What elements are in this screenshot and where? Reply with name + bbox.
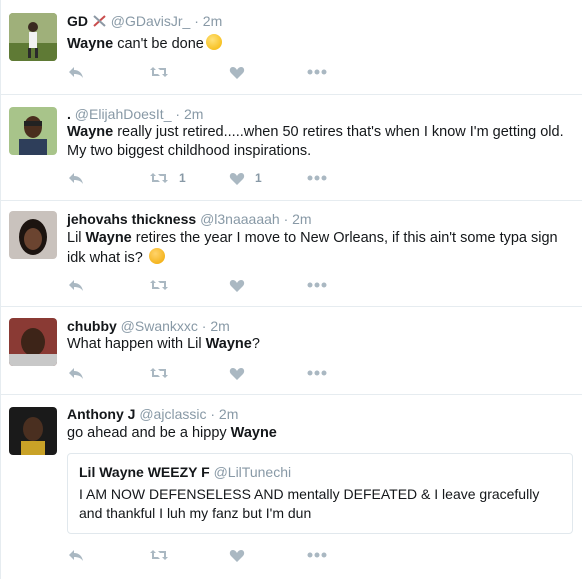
tweet-text-start: go ahead and be a hippy <box>67 425 231 441</box>
tweet-text: Wayne can't be done <box>67 34 572 54</box>
tweet-text-rest: retires the year I move to New Orleans, … <box>67 230 558 266</box>
reply-button[interactable] <box>67 62 85 82</box>
heart-icon <box>229 65 245 80</box>
retweet-icon <box>149 170 169 186</box>
user-handle[interactable]: @GDavisJr_ <box>111 13 191 29</box>
heart-icon <box>229 548 245 563</box>
more-dots-icon <box>307 69 327 75</box>
user-handle[interactable]: @ajclassic <box>139 406 206 422</box>
user-handle[interactable]: @Swankxxc <box>121 318 198 334</box>
keyword-highlight: Wayne <box>67 124 114 140</box>
display-name[interactable]: Anthony J <box>67 406 135 422</box>
timestamp[interactable]: 2m <box>210 318 229 334</box>
keyword-highlight: Wayne <box>67 36 114 52</box>
tweet-text: Wayne really just retired.....when 50 re… <box>67 123 572 161</box>
like-count: 1 <box>255 171 262 185</box>
separator-dot: · <box>201 318 207 334</box>
user-handle[interactable]: @ElijahDoesIt_ <box>75 106 172 122</box>
tweet-item[interactable]: jehovahs thickness @l3naaaaah · 2m Lil W… <box>1 201 582 307</box>
separator-dot: · <box>210 406 216 422</box>
heart-icon <box>229 366 245 381</box>
crossed-swords-icon <box>92 13 111 29</box>
avatar[interactable] <box>9 318 57 366</box>
tweet-item[interactable]: chubby @Swankxxc · 2m What happen with L… <box>1 307 582 395</box>
timestamp[interactable]: 2m <box>203 13 222 29</box>
tweet-text: What happen with Lil Wayne? <box>67 335 572 354</box>
avatar[interactable] <box>9 107 57 155</box>
retweet-button[interactable] <box>149 545 179 565</box>
display-name[interactable]: . <box>67 106 71 122</box>
retweet-button[interactable] <box>149 363 179 383</box>
reply-button[interactable] <box>67 275 85 295</box>
tweet-text-rest: really just retired.....when 50 retires … <box>67 124 564 159</box>
more-dots-icon <box>307 370 327 376</box>
tweet-item[interactable]: . @ElijahDoesIt_ · 2m Wayne really just … <box>1 95 582 201</box>
keyword-highlight: Wayne <box>230 425 277 441</box>
like-button[interactable] <box>229 363 255 383</box>
quoted-display-name[interactable]: Lil Wayne WEEZY F <box>79 464 210 480</box>
more-button[interactable] <box>307 363 327 383</box>
retweet-icon <box>149 547 169 563</box>
display-name[interactable]: jehovahs thickness <box>67 211 196 227</box>
more-button[interactable] <box>307 275 327 295</box>
reply-icon <box>67 547 85 563</box>
retweet-icon <box>149 64 169 80</box>
separator-dot: · <box>283 211 289 227</box>
tweet-item[interactable]: GD @GDavisJr_ · 2m Wayne can't be done <box>1 0 582 95</box>
retweet-button[interactable]: 1 <box>149 168 186 188</box>
reply-button[interactable] <box>67 168 85 188</box>
more-button[interactable] <box>307 62 327 82</box>
tweet-text-rest: can't be done <box>113 36 204 52</box>
like-button[interactable] <box>229 62 255 82</box>
separator-dot: · <box>175 106 181 122</box>
tweet-feed: GD @GDavisJr_ · 2m Wayne can't be done .… <box>0 0 582 579</box>
reply-icon <box>67 277 85 293</box>
reply-button[interactable] <box>67 545 85 565</box>
display-name[interactable]: GD <box>67 13 88 29</box>
reply-icon <box>67 365 85 381</box>
heart-icon <box>229 278 245 293</box>
tweet-text: Lil Wayne retires the year I move to New… <box>67 229 572 268</box>
more-dots-icon <box>307 552 327 558</box>
tweet-text-rest: ? <box>251 336 260 352</box>
avatar[interactable] <box>9 211 57 259</box>
retweet-icon <box>149 277 169 293</box>
avatar[interactable] <box>9 13 57 61</box>
heart-icon <box>229 171 245 186</box>
more-dots-icon <box>307 175 327 181</box>
tweet-text-start: Lil <box>67 230 86 246</box>
reply-icon <box>67 170 85 186</box>
like-button[interactable] <box>229 545 255 565</box>
separator-dot: · <box>194 13 199 29</box>
retweet-button[interactable] <box>149 275 179 295</box>
keyword-highlight: Wayne <box>205 336 252 352</box>
like-button[interactable] <box>229 275 255 295</box>
quoted-user-handle[interactable]: @LilTunechi <box>214 464 292 480</box>
thinking-face-icon <box>148 248 165 264</box>
quoted-tweet[interactable]: Lil Wayne WEEZY F @LilTunechi I AM NOW D… <box>67 453 573 534</box>
user-handle[interactable]: @l3naaaaah <box>200 211 280 227</box>
tweet-text-start: What happen with Lil <box>67 336 206 352</box>
retweet-button[interactable] <box>149 62 179 82</box>
timestamp[interactable]: 2m <box>184 106 203 122</box>
timestamp[interactable]: 2m <box>219 406 238 422</box>
tweet-text: go ahead and be a hippy Wayne <box>67 424 572 443</box>
more-button[interactable] <box>307 545 327 565</box>
more-button[interactable] <box>307 168 327 188</box>
tweet-item[interactable]: Anthony J @ajclassic · 2m go ahead and b… <box>1 395 582 579</box>
weary-face-icon <box>205 34 222 50</box>
reply-button[interactable] <box>67 363 85 383</box>
reply-icon <box>67 64 85 80</box>
keyword-highlight: Wayne <box>85 230 132 246</box>
like-button[interactable]: 1 <box>229 168 262 188</box>
timestamp[interactable]: 2m <box>292 211 311 227</box>
retweet-count: 1 <box>179 171 186 185</box>
display-name[interactable]: chubby <box>67 318 117 334</box>
avatar[interactable] <box>9 407 57 455</box>
retweet-icon <box>149 365 169 381</box>
quoted-tweet-text: I AM NOW DEFENSELESS AND mentally DEFEAT… <box>79 486 540 521</box>
more-dots-icon <box>307 282 327 288</box>
